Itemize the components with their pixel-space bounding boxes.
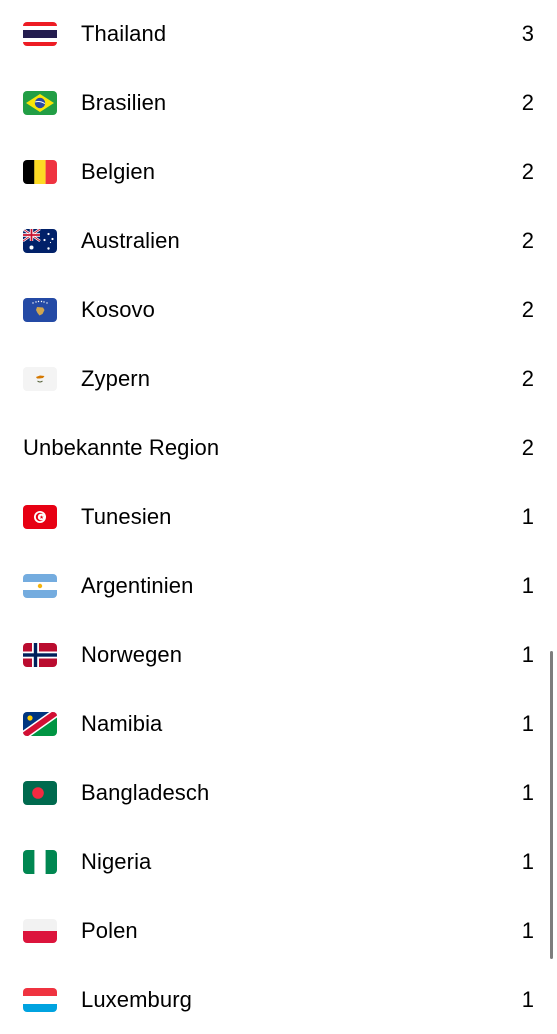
list-item[interactable]: Australien 2 xyxy=(0,206,557,275)
list-item[interactable]: Thailand 3 xyxy=(0,0,557,68)
nigeria-flag-icon xyxy=(23,850,57,874)
country-count: 2 xyxy=(521,90,534,115)
scrollbar[interactable] xyxy=(550,651,553,959)
country-count: 1 xyxy=(521,504,534,529)
country-name: Thailand xyxy=(81,21,167,46)
bangladesh-flag-icon xyxy=(23,781,57,805)
country-name: Luxemburg xyxy=(81,987,192,1012)
country-count: 1 xyxy=(521,573,534,598)
thailand-flag-icon xyxy=(23,22,57,46)
list-item[interactable]: Namibia 1 xyxy=(0,689,557,758)
brazil-flag-icon xyxy=(23,91,57,115)
country-count: 1 xyxy=(521,642,534,667)
country-name: Zypern xyxy=(81,366,151,391)
list-item[interactable]: Unbekannte Region 2 xyxy=(0,413,557,482)
australia-flag-icon xyxy=(23,229,57,253)
country-name: Tunesien xyxy=(81,504,172,529)
norway-flag-icon xyxy=(23,643,57,667)
country-count: 2 xyxy=(521,297,534,322)
luxembourg-flag-icon xyxy=(23,988,57,1012)
country-name: Norwegen xyxy=(81,642,183,667)
country-name: Kosovo xyxy=(81,297,155,322)
list-item[interactable]: Bangladesch 1 xyxy=(0,758,557,827)
country-name: Australien xyxy=(81,228,180,253)
list-item[interactable]: Nigeria 1 xyxy=(0,827,557,896)
poland-flag-icon xyxy=(23,919,57,943)
country-name: Bangladesch xyxy=(81,780,210,805)
country-name: Belgien xyxy=(81,159,156,184)
list-item[interactable]: Luxemburg 1 xyxy=(0,965,557,1034)
list-item[interactable]: Kosovo 2 xyxy=(0,275,557,344)
country-count: 2 xyxy=(521,435,534,460)
country-list: Thailand 3 Brasilien 2 Belgien 2 Austral… xyxy=(0,0,557,1034)
belgium-flag-icon xyxy=(23,160,57,184)
country-name: Argentinien xyxy=(81,573,194,598)
list-item[interactable]: Norwegen 1 xyxy=(0,620,557,689)
country-count: 1 xyxy=(521,849,534,874)
country-count: 2 xyxy=(521,159,534,184)
list-item[interactable]: Zypern 2 xyxy=(0,344,557,413)
country-count: 1 xyxy=(521,780,534,805)
tunisia-flag-icon xyxy=(23,505,57,529)
country-name: Polen xyxy=(81,918,138,943)
kosovo-flag-icon xyxy=(23,298,57,322)
list-item[interactable]: Brasilien 2 xyxy=(0,68,557,137)
country-name: Unbekannte Region xyxy=(23,435,220,460)
country-name: Nigeria xyxy=(81,849,152,874)
country-count: 2 xyxy=(521,366,534,391)
namibia-flag-icon xyxy=(23,712,57,736)
country-count: 1 xyxy=(521,918,534,943)
country-count: 3 xyxy=(521,21,534,46)
country-count: 2 xyxy=(521,228,534,253)
country-name: Namibia xyxy=(81,711,163,736)
list-item[interactable]: Polen 1 xyxy=(0,896,557,965)
country-count: 1 xyxy=(521,711,534,736)
country-count: 1 xyxy=(521,987,534,1012)
list-item[interactable]: Tunesien 1 xyxy=(0,482,557,551)
list-item[interactable]: Belgien 2 xyxy=(0,137,557,206)
cyprus-flag-icon xyxy=(23,367,57,391)
country-name: Brasilien xyxy=(81,90,167,115)
argentina-flag-icon xyxy=(23,574,57,598)
list-item[interactable]: Argentinien 1 xyxy=(0,551,557,620)
